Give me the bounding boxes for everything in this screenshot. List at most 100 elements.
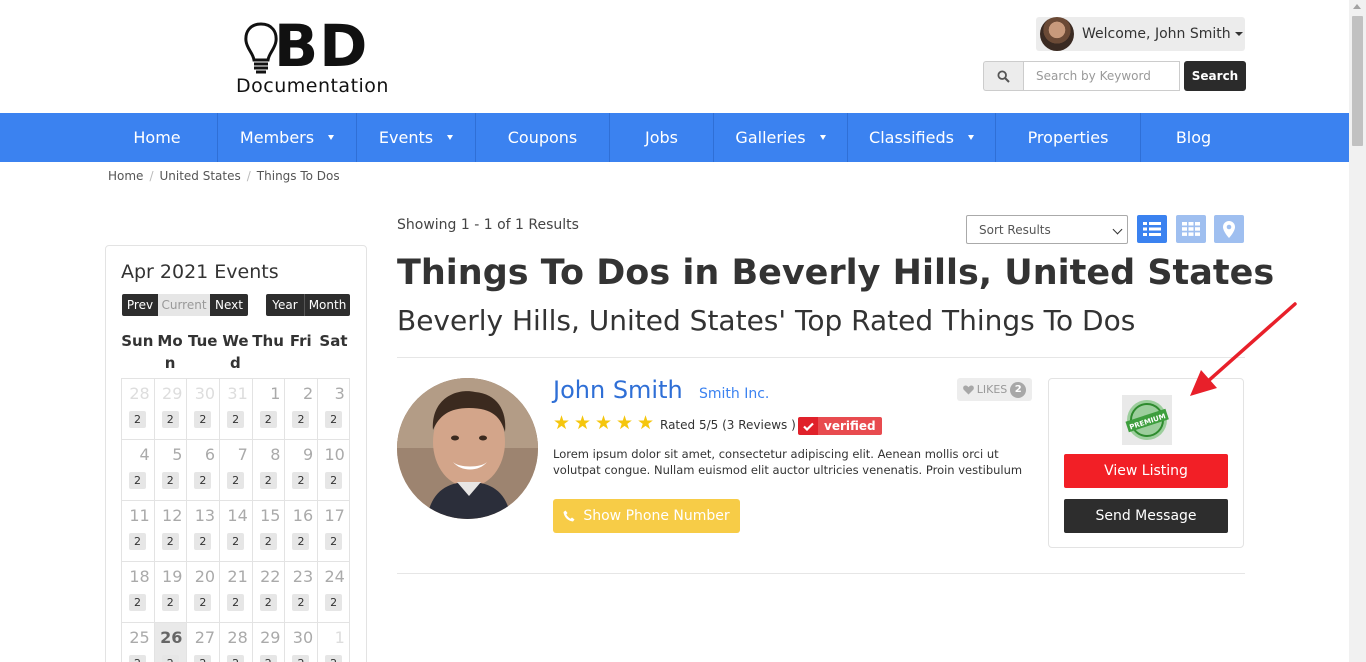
prev-button[interactable]: Prev: [122, 294, 158, 316]
event-count-badge[interactable]: 2: [161, 472, 179, 489]
calendar-day[interactable]: 23 2: [284, 562, 317, 622]
list-view-button[interactable]: [1137, 215, 1167, 243]
nav-item-galleries[interactable]: Galleries: [713, 113, 847, 162]
calendar-day[interactable]: 24 2: [317, 562, 350, 622]
current-button[interactable]: Current: [158, 294, 210, 316]
event-count-badge[interactable]: 2: [161, 533, 179, 550]
likes-button[interactable]: LIKES 2: [957, 378, 1032, 401]
event-count-badge[interactable]: 2: [259, 472, 277, 489]
event-count-badge[interactable]: 2: [161, 411, 179, 428]
event-count-badge[interactable]: 2: [259, 655, 277, 662]
event-count-badge[interactable]: 2: [292, 594, 310, 611]
nav-item-coupons[interactable]: Coupons: [475, 113, 609, 162]
event-count-badge[interactable]: 2: [292, 411, 310, 428]
event-count-badge[interactable]: 2: [129, 594, 146, 611]
event-count-badge[interactable]: 2: [194, 655, 212, 662]
show-phone-button[interactable]: Show Phone Number: [553, 499, 740, 533]
breadcrumb-country[interactable]: United States: [159, 169, 240, 183]
calendar-day[interactable]: 25 2: [121, 623, 154, 662]
scrollbar[interactable]: [1349, 0, 1366, 662]
event-count-badge[interactable]: 2: [325, 655, 343, 662]
calendar-day[interactable]: 82: [251, 440, 285, 500]
calendar-day[interactable]: 19 2: [153, 562, 187, 622]
event-count-badge[interactable]: 2: [129, 655, 146, 662]
nav-item-members[interactable]: Members: [217, 113, 356, 162]
calendar-day[interactable]: 62: [186, 440, 219, 500]
grid-view-button[interactable]: [1176, 215, 1206, 243]
calendar-day[interactable]: 12 2: [153, 501, 187, 561]
event-count-badge[interactable]: 2: [129, 533, 146, 550]
year-view-button[interactable]: Year: [266, 294, 304, 316]
nav-item-classifieds[interactable]: Classifieds: [847, 113, 995, 162]
nav-item-events[interactable]: Events: [356, 113, 475, 162]
event-count-badge[interactable]: 2: [292, 533, 310, 550]
event-count-badge[interactable]: 2: [325, 411, 343, 428]
event-count-badge[interactable]: 2: [259, 533, 277, 550]
event-count-badge[interactable]: 2: [227, 594, 245, 611]
scroll-up-icon[interactable]: [1353, 4, 1361, 9]
nav-item-jobs[interactable]: Jobs: [609, 113, 713, 162]
event-count-badge[interactable]: 2: [227, 655, 245, 662]
event-count-badge[interactable]: 2: [194, 472, 212, 489]
calendar-day[interactable]: 282: [121, 379, 154, 439]
calendar-day[interactable]: 12: [251, 379, 285, 439]
send-message-button[interactable]: Send Message: [1064, 499, 1228, 533]
scrollbar-thumb[interactable]: [1352, 16, 1363, 146]
event-count-badge[interactable]: 2: [129, 472, 146, 489]
calendar-day[interactable]: 302: [284, 623, 317, 662]
next-button[interactable]: Next: [210, 294, 248, 316]
user-menu-button[interactable]: Welcome, John Smith: [1036, 17, 1245, 51]
calendar-day[interactable]: 15 2: [251, 501, 285, 561]
calendar-day[interactable]: 10 2: [317, 440, 350, 500]
calendar-day[interactable]: 18 2: [121, 562, 154, 622]
calendar-day[interactable]: 292: [251, 623, 285, 662]
nav-item-blog[interactable]: Blog: [1140, 113, 1246, 162]
event-count-badge[interactable]: 2: [325, 533, 343, 550]
calendar-day[interactable]: 31 2: [219, 379, 252, 439]
calendar-day[interactable]: 14 2: [219, 501, 252, 561]
calendar-day[interactable]: 17 2: [317, 501, 350, 561]
sort-select[interactable]: Sort Results: [966, 215, 1128, 244]
member-photo[interactable]: [397, 378, 538, 519]
event-count-badge[interactable]: 2: [161, 655, 179, 662]
calendar-day[interactable]: 12: [317, 623, 350, 662]
calendar-day[interactable]: 52: [153, 440, 187, 500]
event-count-badge[interactable]: 2: [259, 594, 277, 611]
member-name-link[interactable]: John Smith: [553, 376, 683, 404]
calendar-day[interactable]: 302: [186, 379, 219, 439]
calendar-day[interactable]: 22: [284, 379, 317, 439]
event-count-badge[interactable]: 2: [227, 533, 245, 550]
month-view-button[interactable]: Month: [304, 294, 350, 316]
event-count-badge[interactable]: 2: [227, 472, 245, 489]
event-count-badge[interactable]: 2: [325, 472, 343, 489]
calendar-day[interactable]: 42: [121, 440, 154, 500]
view-listing-button[interactable]: View Listing: [1064, 454, 1228, 488]
event-count-badge[interactable]: 2: [194, 411, 212, 428]
site-logo[interactable]: BD Documentation: [236, 12, 406, 100]
calendar-day[interactable]: 292: [153, 379, 187, 439]
calendar-day[interactable]: 72: [219, 440, 252, 500]
calendar-day[interactable]: 11 2: [121, 501, 154, 561]
calendar-day[interactable]: 21 2: [219, 562, 252, 622]
event-count-badge[interactable]: 2: [292, 472, 310, 489]
event-count-badge[interactable]: 2: [194, 533, 212, 550]
calendar-day[interactable]: 32: [317, 379, 350, 439]
search-button[interactable]: Search: [1184, 61, 1246, 91]
calendar-day[interactable]: 13 2: [186, 501, 219, 561]
event-count-badge[interactable]: 2: [129, 411, 146, 428]
calendar-day[interactable]: 282: [219, 623, 252, 662]
calendar-day[interactable]: 27 2: [186, 623, 219, 662]
event-count-badge[interactable]: 2: [292, 655, 310, 662]
event-count-badge[interactable]: 2: [161, 594, 179, 611]
calendar-day[interactable]: 22 2: [251, 562, 285, 622]
nav-item-properties[interactable]: Properties: [995, 113, 1140, 162]
nav-item-home[interactable]: Home: [97, 113, 217, 162]
breadcrumb-home[interactable]: Home: [108, 169, 143, 183]
event-count-badge[interactable]: 2: [227, 411, 245, 428]
calendar-day[interactable]: 16 2: [284, 501, 317, 561]
map-view-button[interactable]: [1214, 215, 1244, 243]
event-count-badge[interactable]: 2: [194, 594, 212, 611]
event-count-badge[interactable]: 2: [259, 411, 277, 428]
calendar-day[interactable]: 20 2: [186, 562, 219, 622]
calendar-day[interactable]: 92: [284, 440, 317, 500]
